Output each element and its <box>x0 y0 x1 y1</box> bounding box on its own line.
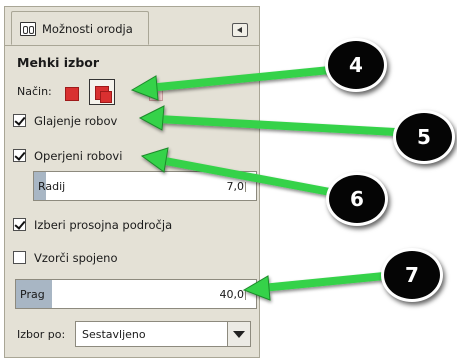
callout-arrow-4 <box>130 66 334 101</box>
callout-arrow-6 <box>140 147 334 196</box>
callout-arrow-5 <box>138 105 399 136</box>
callout-7: 7 <box>381 248 443 302</box>
callout-5: 5 <box>393 110 455 164</box>
callout-arrow-7 <box>242 272 388 301</box>
callout-6: 6 <box>326 172 388 226</box>
annotation-arrows <box>130 66 399 301</box>
callout-4: 4 <box>325 38 387 92</box>
